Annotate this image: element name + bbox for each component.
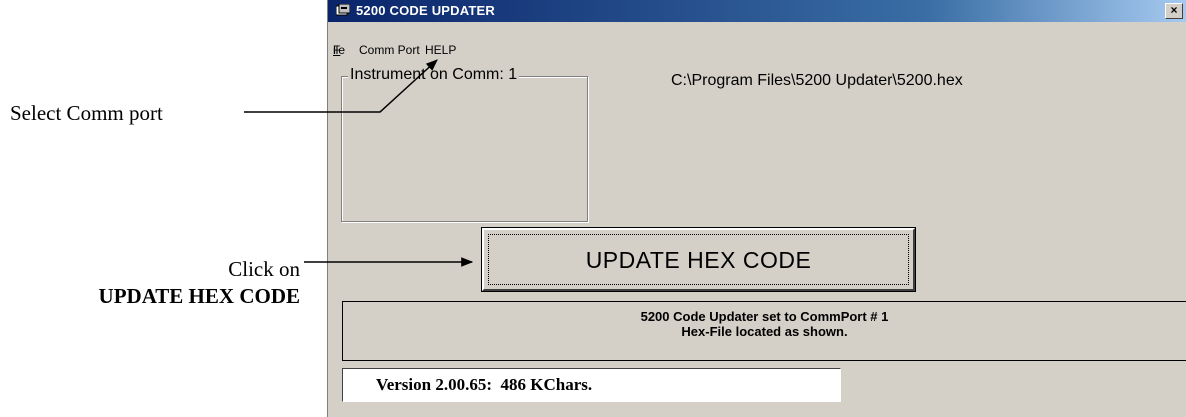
close-icon: × xyxy=(1170,3,1178,17)
menu-help[interactable]: HELP xyxy=(425,43,456,57)
hex-file-path: C:\Program Files\5200 Updater\5200.hex xyxy=(671,72,963,89)
update-hex-code-button[interactable]: UPDATE HEX CODE xyxy=(481,227,916,292)
annotation-click-target: UPDATE HEX CODE xyxy=(98,284,300,308)
status-line-1: 5200 Code Updater set to CommPort # 1 xyxy=(640,309,889,324)
title-bar[interactable]: 5200 CODE UPDATER × xyxy=(328,0,1186,22)
annotation-click-update: Click on UPDATE HEX CODE xyxy=(99,256,300,310)
annotation-click-on: Click on xyxy=(228,257,300,281)
close-button[interactable]: × xyxy=(1165,3,1183,19)
menu-comm-port[interactable]: Comm Port xyxy=(359,43,420,57)
update-button-label: UPDATE HEX CODE xyxy=(585,247,812,273)
status-line-2: Hex-File located as shown. xyxy=(681,324,848,339)
version-text: Version 2.00.65: 486 KChars. xyxy=(376,375,593,394)
window-title: 5200 CODE UPDATER xyxy=(356,3,495,18)
instrument-groupbox xyxy=(341,76,588,222)
app-icon xyxy=(336,4,350,16)
annotation-select-comm: Select Comm port xyxy=(10,101,163,125)
groupbox-label: Instrument on Comm: 1 xyxy=(348,66,520,84)
version-field: Version 2.00.65: 486 KChars. xyxy=(342,368,841,402)
status-panel: 5200 Code Updater set to CommPort # 1 He… xyxy=(342,301,1186,361)
app-window: 5200 CODE UPDATER × File Comm Port HELP … xyxy=(327,0,1186,417)
menu-file-label: ile xyxy=(333,43,346,57)
